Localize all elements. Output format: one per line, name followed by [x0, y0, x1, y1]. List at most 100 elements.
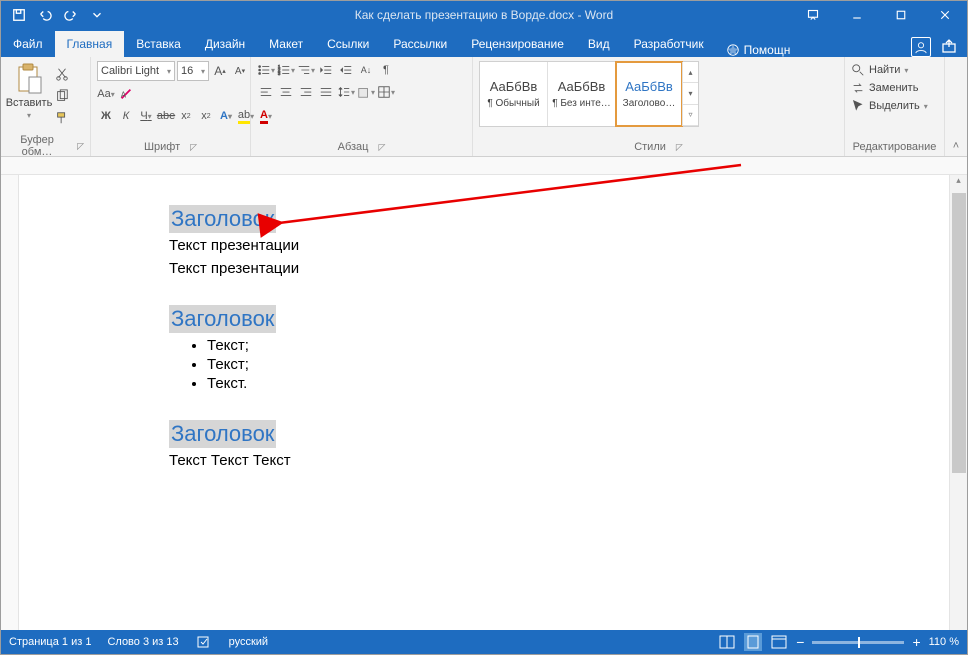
collapse-ribbon-button[interactable]: ˄: [945, 57, 967, 156]
heading-3[interactable]: Заголовок: [169, 420, 276, 448]
word-count[interactable]: Слово 3 из 13: [107, 636, 178, 648]
pilcrow-button[interactable]: ¶: [377, 61, 395, 79]
zoom-in-button[interactable]: +: [912, 634, 920, 650]
tab-insert[interactable]: Вставка: [124, 31, 193, 57]
paste-label: Вставить: [6, 97, 53, 109]
language-status[interactable]: русский: [229, 636, 268, 648]
document-area: ▴ Заголовок Текст презентации Текст през…: [1, 157, 967, 630]
zoom-level[interactable]: 110 %: [929, 636, 959, 648]
align-right-button[interactable]: [297, 83, 315, 101]
zoom-slider[interactable]: [812, 641, 904, 644]
subscript-button[interactable]: x2: [177, 107, 195, 125]
list-item[interactable]: Текст;: [207, 337, 949, 354]
replace-button[interactable]: Заменить: [851, 81, 928, 95]
tab-references[interactable]: Ссылки: [315, 31, 381, 57]
tab-review[interactable]: Рецензирование: [459, 31, 576, 57]
increase-indent-button[interactable]: [337, 61, 355, 79]
group-font-label: Шрифт: [144, 141, 180, 153]
bullet-list[interactable]: Текст; Текст; Текст.: [169, 337, 949, 392]
sort-button[interactable]: A↓: [357, 61, 375, 79]
heading-2[interactable]: Заголовок: [169, 305, 276, 333]
justify-button[interactable]: [317, 83, 335, 101]
multilevel-button[interactable]: ▾: [297, 61, 315, 79]
body-line[interactable]: Текст презентации: [169, 237, 949, 254]
maximize-button[interactable]: [879, 1, 923, 29]
grow-font-button[interactable]: A▴: [211, 62, 229, 80]
window-title: Как сделать презентацию в Ворде.docx - W…: [355, 8, 613, 22]
style-no-spacing[interactable]: АаБбВв ¶ Без инте…: [548, 62, 616, 126]
heading-1[interactable]: Заголовок: [169, 205, 276, 233]
shading-button[interactable]: ▾: [357, 83, 375, 101]
bullets-button[interactable]: ▾: [257, 61, 275, 79]
horizontal-ruler[interactable]: [1, 157, 967, 175]
tab-mailings[interactable]: Рассылки: [381, 31, 459, 57]
underline-button[interactable]: Ч▾: [137, 107, 155, 125]
close-button[interactable]: [923, 1, 967, 29]
bold-button[interactable]: Ж: [97, 107, 115, 125]
print-layout-button[interactable]: [744, 633, 762, 651]
page-status[interactable]: Страница 1 из 1: [9, 636, 91, 648]
cut-button[interactable]: [53, 65, 71, 83]
italic-button[interactable]: К: [117, 107, 135, 125]
superscript-button[interactable]: x2: [197, 107, 215, 125]
ribbon-options-button[interactable]: [791, 1, 835, 29]
paste-button[interactable]: Вставить ▾: [7, 61, 51, 120]
decrease-indent-button[interactable]: [317, 61, 335, 79]
shrink-font-button[interactable]: A▾: [231, 62, 249, 80]
minimize-button[interactable]: [835, 1, 879, 29]
list-item[interactable]: Текст;: [207, 356, 949, 373]
qat-more-button[interactable]: [85, 3, 109, 27]
text-effects-button[interactable]: A▾: [217, 107, 235, 125]
body-line[interactable]: Текст Текст Текст: [169, 452, 949, 469]
style-scroll-up[interactable]: ▴: [683, 62, 698, 83]
line-spacing-button[interactable]: ▾: [337, 83, 355, 101]
find-button[interactable]: Найти▾: [851, 63, 928, 77]
borders-button[interactable]: ▾: [377, 83, 395, 101]
font-name-combo[interactable]: Calibri Light▾: [97, 61, 175, 81]
style-heading[interactable]: АаБбВв Заголово…: [615, 61, 683, 127]
style-normal[interactable]: АаБбВв ¶ Обычный: [480, 62, 548, 126]
style-gallery: АаБбВв ¶ Обычный АаБбВв ¶ Без инте… АаБб…: [479, 61, 699, 127]
strike-button[interactable]: abe: [157, 107, 175, 125]
save-button[interactable]: [7, 3, 31, 27]
zoom-out-button[interactable]: −: [796, 634, 804, 650]
spellcheck-icon[interactable]: [195, 633, 213, 651]
change-case-button[interactable]: Aa▾: [97, 85, 115, 103]
style-expand[interactable]: ▿: [683, 105, 698, 126]
group-font: Calibri Light▾ 16▾ A▴ A▾ Aa▾ A Ж К Ч▾ ab…: [91, 57, 251, 156]
web-layout-button[interactable]: [770, 633, 788, 651]
clear-format-button[interactable]: A: [117, 85, 135, 103]
clipboard-launcher[interactable]: ◸: [77, 141, 84, 152]
tab-file[interactable]: Файл: [1, 31, 55, 57]
ribbon-tabs: Файл Главная Вставка Дизайн Макет Ссылки…: [1, 29, 967, 57]
tab-layout[interactable]: Макет: [257, 31, 315, 57]
tell-me[interactable]: Помощн: [716, 43, 801, 57]
tab-view[interactable]: Вид: [576, 31, 622, 57]
tab-developer[interactable]: Разработчик: [622, 31, 716, 57]
share-button[interactable]: [941, 38, 957, 57]
copy-button[interactable]: [53, 87, 71, 105]
document-page[interactable]: Заголовок Текст презентации Текст презен…: [19, 175, 949, 469]
redo-button[interactable]: [59, 3, 83, 27]
vertical-scrollbar[interactable]: ▴: [949, 175, 967, 630]
styles-launcher[interactable]: ◸: [676, 142, 683, 153]
font-size-combo[interactable]: 16▾: [177, 61, 209, 81]
font-launcher[interactable]: ◸: [190, 142, 197, 153]
tab-design[interactable]: Дизайн: [193, 31, 257, 57]
tell-me-label: Помощн: [744, 43, 791, 57]
style-scroll-down[interactable]: ▾: [683, 83, 698, 104]
format-painter-button[interactable]: [53, 109, 71, 127]
tab-home[interactable]: Главная: [55, 31, 125, 57]
numbering-button[interactable]: 123▾: [277, 61, 295, 79]
read-mode-button[interactable]: [718, 633, 736, 651]
paragraph-launcher[interactable]: ◸: [378, 142, 385, 153]
list-item[interactable]: Текст.: [207, 375, 949, 392]
align-center-button[interactable]: [277, 83, 295, 101]
align-left-button[interactable]: [257, 83, 275, 101]
vertical-ruler[interactable]: [1, 175, 19, 630]
account-avatar[interactable]: [911, 37, 931, 57]
select-button[interactable]: Выделить▾: [851, 99, 928, 113]
svg-text:3: 3: [278, 71, 281, 76]
body-line[interactable]: Текст презентации: [169, 260, 949, 277]
undo-button[interactable]: [33, 3, 57, 27]
